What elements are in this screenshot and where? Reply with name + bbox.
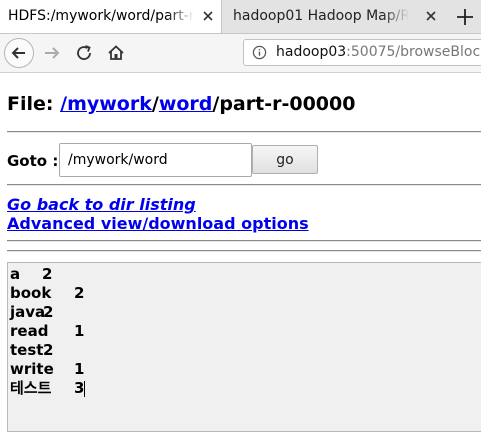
go-button[interactable]: go <box>252 145 318 174</box>
count: 1 <box>74 360 85 378</box>
word: test <box>10 341 44 359</box>
forward-button[interactable] <box>37 38 67 68</box>
word: write <box>10 360 54 378</box>
count: 3 <box>74 379 85 397</box>
address-bar[interactable]: hadoop03:50075/browseBlock.jsp <box>243 39 481 66</box>
tab-strip: HDFS:/mywork/word/part-r-00000 hadoop01 … <box>0 0 481 34</box>
file-line: write 1 <box>10 360 480 379</box>
count: 2 <box>43 303 54 321</box>
file-line: book 2 <box>10 284 480 303</box>
divider <box>7 184 481 186</box>
navigation-toolbar: hadoop03:50075/browseBlock.jsp <box>0 34 481 73</box>
text-cursor <box>84 381 85 397</box>
file-line: read 1 <box>10 322 480 341</box>
file-label: File: <box>7 93 54 115</box>
reload-button[interactable] <box>70 38 100 68</box>
word: a <box>10 265 21 283</box>
word: book <box>10 284 52 302</box>
word: 테스트 <box>10 379 52 397</box>
path-file-name: /part-r-00000 <box>212 93 356 115</box>
home-icon <box>108 45 124 60</box>
new-tab-plus-icon[interactable] <box>452 4 478 30</box>
path-link-mywork[interactable]: /mywork <box>60 93 152 115</box>
file-contents-textarea[interactable]: a2 book 2 java 2 read 1 test 2 write 1 테스트 3 <box>7 262 481 432</box>
reload-icon <box>77 45 91 60</box>
count: 1 <box>74 322 85 340</box>
home-button[interactable] <box>101 38 131 68</box>
file-line: java 2 <box>10 303 480 322</box>
file-line: test 2 <box>10 341 480 360</box>
back-button[interactable] <box>4 38 34 68</box>
url-host: hadoop03 <box>276 44 347 60</box>
site-info-icon[interactable] <box>252 45 267 60</box>
advanced-view-download-link[interactable]: Advanced view/download options <box>7 214 309 234</box>
path-separator: / <box>151 93 159 115</box>
file-path-heading: File: /mywork/word/part-r-00000 <box>7 92 355 116</box>
tab-title: hadoop01 Hadoop Map/Reduce Administratio… <box>233 8 409 24</box>
path-link-word[interactable]: word <box>159 93 213 115</box>
tab-title: HDFS:/mywork/word/part-r-00000 <box>8 8 194 24</box>
word: java <box>10 303 46 321</box>
url-text: hadoop03:50075/browseBlock.jsp <box>276 40 481 65</box>
back-to-dir-listing-link[interactable]: Go back to dir listing <box>7 195 196 215</box>
tab-hdfs-file[interactable]: HDFS:/mywork/word/part-r-00000 <box>0 0 222 33</box>
forward-arrow-icon <box>45 47 60 59</box>
tab-hadoop-admin[interactable]: hadoop01 Hadoop Map/Reduce Administratio… <box>223 0 449 33</box>
back-arrow-icon <box>11 47 25 59</box>
file-line: a2 <box>10 265 480 284</box>
count: 2 <box>74 284 85 302</box>
divider <box>7 240 481 242</box>
count: 2 <box>42 265 53 283</box>
close-icon[interactable] <box>200 8 216 24</box>
count: 2 <box>43 341 54 359</box>
url-path: :50075/browseBlock.jsp <box>346 44 481 60</box>
file-line: 테스트 3 <box>10 379 480 398</box>
divider <box>7 131 481 133</box>
divider <box>7 250 481 252</box>
goto-label: Goto : <box>7 152 59 170</box>
word: read <box>10 322 49 340</box>
goto-path-input[interactable] <box>59 143 252 177</box>
close-icon[interactable] <box>423 8 439 24</box>
